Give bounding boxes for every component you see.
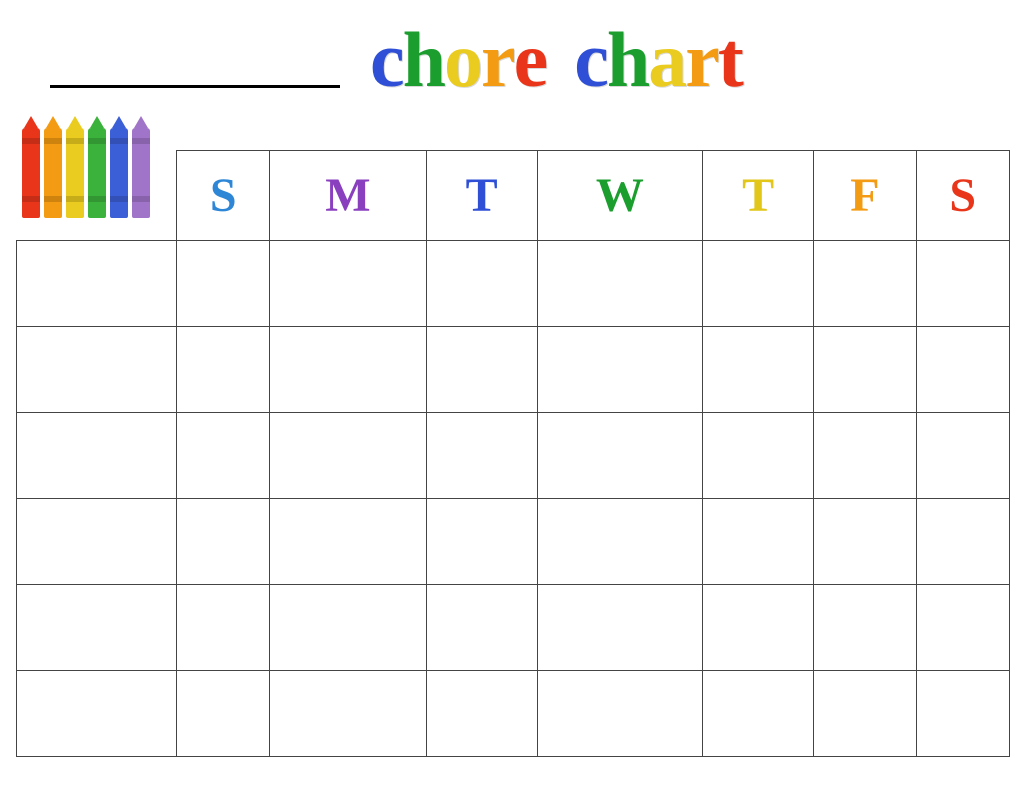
chore-check-cell[interactable] [177, 671, 270, 757]
chore-check-cell[interactable] [270, 585, 426, 671]
chore-check-cell[interactable] [703, 327, 814, 413]
chore-check-cell[interactable] [916, 585, 1009, 671]
chore-check-cell[interactable] [814, 241, 916, 327]
chore-check-cell[interactable] [703, 585, 814, 671]
chore-check-cell[interactable] [270, 327, 426, 413]
chore-check-cell[interactable] [426, 671, 537, 757]
chore-check-cell[interactable] [537, 327, 702, 413]
chore-check-cell[interactable] [177, 585, 270, 671]
chore-check-cell[interactable] [814, 499, 916, 585]
day-header: S [177, 151, 270, 241]
table-corner-cell [17, 151, 177, 241]
chore-check-cell[interactable] [426, 413, 537, 499]
chore-check-cell[interactable] [537, 413, 702, 499]
chore-check-cell[interactable] [426, 585, 537, 671]
chore-check-cell[interactable] [916, 241, 1009, 327]
chore-check-cell[interactable] [177, 327, 270, 413]
chore-check-cell[interactable] [426, 327, 537, 413]
table-row [17, 327, 1010, 413]
chore-label-cell[interactable] [17, 585, 177, 671]
table-row [17, 241, 1010, 327]
chore-check-cell[interactable] [177, 413, 270, 499]
day-header: S [916, 151, 1009, 241]
table-row [17, 499, 1010, 585]
day-header: T [426, 151, 537, 241]
chore-check-cell[interactable] [270, 413, 426, 499]
chore-check-cell[interactable] [814, 671, 916, 757]
chore-check-cell[interactable] [426, 499, 537, 585]
table-row [17, 413, 1010, 499]
header: chore chart [0, 10, 1024, 110]
chore-check-cell[interactable] [814, 585, 916, 671]
chore-label-cell[interactable] [17, 499, 177, 585]
chore-check-cell[interactable] [703, 671, 814, 757]
day-header: F [814, 151, 916, 241]
chore-check-cell[interactable] [270, 499, 426, 585]
day-header: W [537, 151, 702, 241]
chore-check-cell[interactable] [537, 499, 702, 585]
chore-table: SMTWTFS [16, 150, 1010, 757]
chore-check-cell[interactable] [537, 671, 702, 757]
chore-check-cell[interactable] [703, 499, 814, 585]
chore-check-cell[interactable] [177, 241, 270, 327]
chore-label-cell[interactable] [17, 413, 177, 499]
chore-check-cell[interactable] [426, 241, 537, 327]
chore-check-cell[interactable] [814, 327, 916, 413]
chore-check-cell[interactable] [270, 241, 426, 327]
chore-label-cell[interactable] [17, 327, 177, 413]
chore-check-cell[interactable] [703, 413, 814, 499]
chore-check-cell[interactable] [916, 499, 1009, 585]
day-header: M [270, 151, 426, 241]
table-row [17, 585, 1010, 671]
chore-label-cell[interactable] [17, 241, 177, 327]
chore-check-cell[interactable] [703, 241, 814, 327]
chore-check-cell[interactable] [814, 413, 916, 499]
table-row [17, 671, 1010, 757]
chore-label-cell[interactable] [17, 671, 177, 757]
page-title: chore chart [370, 15, 742, 105]
day-header: T [703, 151, 814, 241]
chore-check-cell[interactable] [537, 585, 702, 671]
name-input-line[interactable] [50, 85, 340, 88]
chore-check-cell[interactable] [177, 499, 270, 585]
chore-check-cell[interactable] [916, 671, 1009, 757]
chore-check-cell[interactable] [270, 671, 426, 757]
chore-table-wrap: SMTWTFS [16, 150, 1010, 757]
chore-check-cell[interactable] [916, 327, 1009, 413]
chore-check-cell[interactable] [537, 241, 702, 327]
chore-check-cell[interactable] [916, 413, 1009, 499]
